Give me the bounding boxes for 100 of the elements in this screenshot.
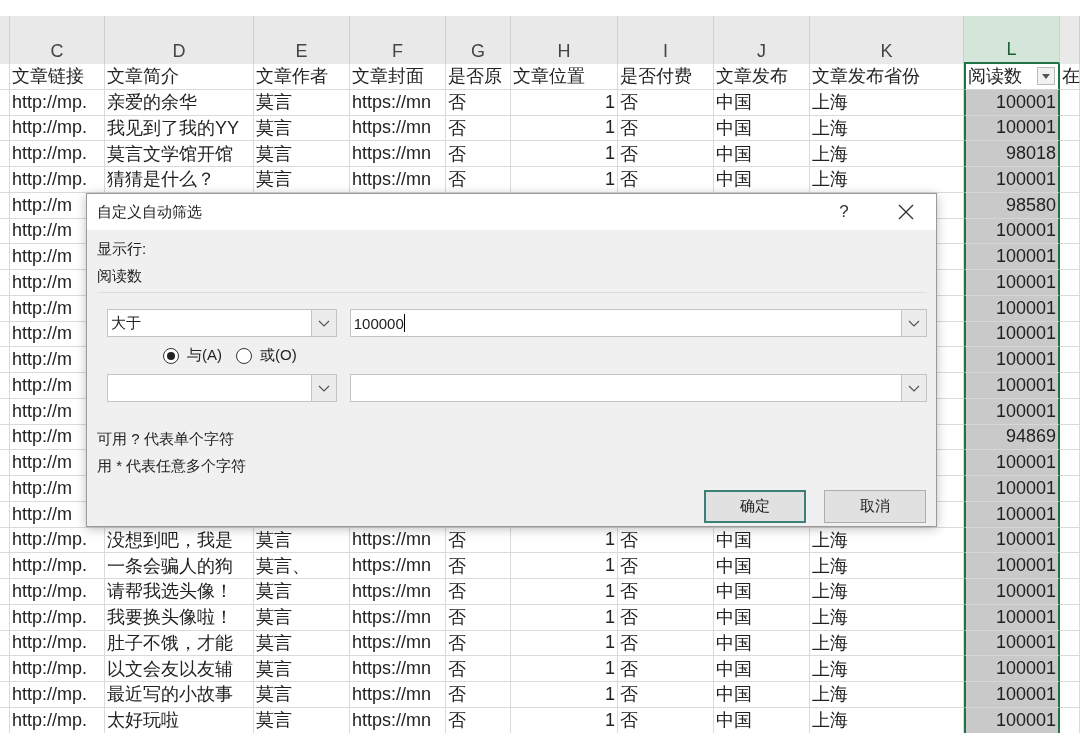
column-header[interactable]: I	[618, 16, 714, 64]
header-cell: 文章发布	[714, 64, 810, 90]
table-cell: 中国	[714, 707, 810, 733]
table-cell: 否	[618, 707, 714, 733]
table-cell: 否	[446, 630, 511, 657]
table-cell: 否	[618, 604, 714, 631]
table-cell: https://mn	[350, 553, 446, 579]
table-cell: 否	[618, 167, 714, 193]
table-cell: 100001	[964, 579, 1060, 605]
header-cell: 文章链接	[10, 64, 105, 90]
table-cell: https://mn	[350, 141, 446, 167]
column-header[interactable]: D	[105, 16, 254, 64]
table-cell: 1	[511, 115, 618, 142]
table-cell: https://mn	[350, 579, 446, 605]
table-cell: 中国	[714, 682, 810, 708]
table-cell: http://mp.	[10, 141, 105, 167]
table-cell: 肚子不饿，才能	[105, 630, 254, 657]
header-cell: 是否原	[446, 64, 511, 90]
header-cell: 是否付费	[618, 64, 714, 90]
header-cell: 文章作者	[254, 64, 350, 90]
header-cell: 阅读数	[964, 64, 1060, 90]
table-cell: 否	[618, 630, 714, 657]
table-cell: 莫言	[254, 141, 350, 167]
table-cell: http://mp.	[10, 630, 105, 657]
table-cell: https://mn	[350, 167, 446, 193]
table-cell: 否	[618, 89, 714, 116]
table-cell: 中国	[714, 630, 810, 657]
table-cell: 100001	[964, 527, 1060, 554]
table-cell: 否	[446, 167, 511, 193]
table-cell: 100001	[964, 450, 1060, 476]
column-header[interactable]: F	[350, 16, 446, 64]
table-cell: https://mn	[350, 604, 446, 631]
table-cell: 否	[618, 141, 714, 167]
header-cell: 文章位置	[511, 64, 618, 90]
table-cell: 莫言	[254, 707, 350, 733]
column-header[interactable]: L	[964, 16, 1060, 64]
dialog-button[interactable]: 确定	[704, 490, 806, 523]
operator-dropdown[interactable]: 大于	[107, 309, 337, 337]
table-cell: 否	[618, 656, 714, 682]
table-cell: http://mp.	[10, 579, 105, 605]
table-cell: 否	[446, 682, 511, 708]
table-cell: 100001	[964, 270, 1060, 296]
radio-option[interactable]: 与(A)	[163, 346, 222, 365]
table-cell: 否	[446, 604, 511, 631]
table-cell: 100001	[964, 321, 1060, 348]
dialog-button[interactable]: 取消	[824, 490, 926, 523]
table-cell: 98018	[964, 141, 1060, 167]
table-cell: 莫言	[254, 630, 350, 657]
table-cell: 中国	[714, 89, 810, 116]
table-cell: 100001	[964, 167, 1060, 193]
column-header[interactable]: E	[254, 16, 350, 64]
table-cell: 1	[511, 89, 618, 116]
table-cell: 请帮我选头像！	[105, 579, 254, 605]
table-cell: 100001	[964, 295, 1060, 322]
table-cell: 中国	[714, 604, 810, 631]
table-cell: 1	[511, 167, 618, 193]
table-cell: 1	[511, 604, 618, 631]
table-cell: 最近写的小故事	[105, 682, 254, 708]
table-cell: 否	[446, 115, 511, 142]
help-button[interactable]: ?	[834, 202, 854, 222]
table-cell: 中国	[714, 115, 810, 142]
header-cell: 文章简介	[105, 64, 254, 90]
table-cell: 100001	[964, 347, 1060, 373]
table-cell: http://mp.	[10, 553, 105, 579]
table-cell: 否	[446, 656, 511, 682]
table-cell: 我要换头像啦！	[105, 604, 254, 631]
table-cell: 否	[446, 707, 511, 733]
table-cell: https://mn	[350, 682, 446, 708]
table-cell: 猜猜是什么？	[105, 167, 254, 193]
table-cell: 100001	[964, 218, 1060, 245]
table-cell: https://mn	[350, 89, 446, 116]
table-cell: https://mn	[350, 656, 446, 682]
header-cell: 在	[1060, 64, 1080, 90]
table-cell: 1	[511, 707, 618, 733]
table-cell: 莫言	[254, 682, 350, 708]
table-cell: 我见到了我的YY	[105, 115, 254, 142]
column-header[interactable]: H	[511, 16, 618, 64]
table-cell: http://mp.	[10, 167, 105, 193]
table-cell: 1	[511, 579, 618, 605]
table-cell: 莫言	[254, 579, 350, 605]
table-cell: 否	[446, 579, 511, 605]
table-cell: 98580	[964, 192, 1060, 219]
table-cell: 中国	[714, 167, 810, 193]
column-header[interactable]: J	[714, 16, 810, 64]
table-cell: 100001	[964, 244, 1060, 270]
table-cell: http://mp.	[10, 115, 105, 142]
table-cell: 莫言	[254, 115, 350, 142]
table-cell: http://mp.	[10, 656, 105, 682]
table-cell: 94869	[964, 424, 1060, 451]
table-cell: http://mp.	[10, 682, 105, 708]
table-cell: 100001	[964, 398, 1060, 425]
table-cell: 100001	[964, 89, 1060, 116]
column-header[interactable]: G	[446, 16, 511, 64]
table-cell: 中国	[714, 579, 810, 605]
value-field[interactable]: 100000	[349, 309, 927, 337]
table-cell: 否	[446, 141, 511, 167]
table-cell: 莫言、	[254, 553, 350, 579]
table-cell: 100001	[964, 115, 1060, 142]
radio-option[interactable]: 或(O)	[236, 346, 297, 365]
column-header[interactable]: C	[10, 16, 105, 64]
